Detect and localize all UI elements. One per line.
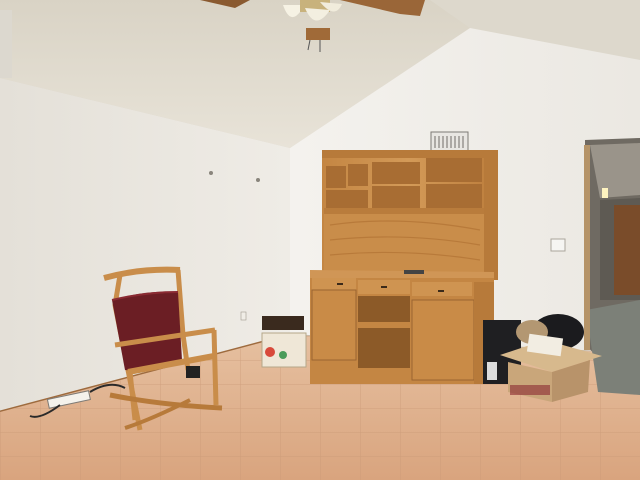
light-switch xyxy=(550,238,566,252)
wood-hutch-desk xyxy=(310,150,498,384)
wall-hook-1 xyxy=(209,171,213,175)
wall-hook-2 xyxy=(256,178,260,182)
room-illustration xyxy=(0,0,640,480)
wall-outlet xyxy=(240,311,247,321)
wall-vent-left xyxy=(0,10,12,78)
floor-small-box xyxy=(261,316,307,368)
hvac-vent xyxy=(430,131,469,152)
room-photo xyxy=(0,0,640,480)
